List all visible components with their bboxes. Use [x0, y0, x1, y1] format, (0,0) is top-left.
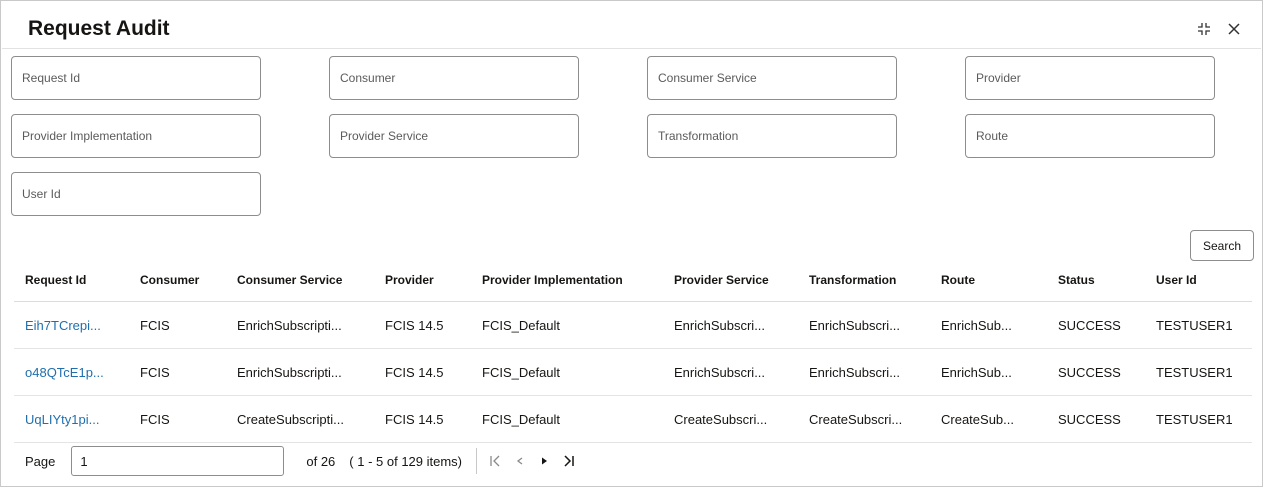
cell-provider-service: EnrichSubscri... — [674, 365, 766, 380]
provider-input[interactable] — [966, 57, 1214, 99]
cell-route: CreateSub... — [941, 412, 1014, 427]
last-page-icon[interactable] — [563, 455, 575, 467]
provider-service-input[interactable] — [330, 115, 578, 157]
request-id-field[interactable] — [11, 56, 261, 100]
cell-consumer-service: EnrichSubscripti... — [237, 318, 342, 333]
cell-route: EnrichSub... — [941, 365, 1012, 380]
window-controls — [1194, 19, 1244, 39]
search-button[interactable]: Search — [1190, 230, 1254, 261]
column-header-provider-implementation[interactable]: Provider Implementation — [482, 273, 623, 287]
cell-consumer: FCIS — [140, 365, 170, 380]
page-count: of 26 — [306, 453, 336, 469]
cell-consumer-service: CreateSubscripti... — [237, 412, 344, 427]
pagination: Page of 26 ( 1 - 5 of 129 items) — [25, 445, 575, 477]
consumer-input[interactable] — [330, 57, 578, 99]
column-header-request-id[interactable]: Request Id — [25, 273, 86, 287]
provider-field[interactable] — [965, 56, 1215, 100]
table-row[interactable]: Eih7TCrepi... FCIS EnrichSubscripti... F… — [14, 302, 1252, 349]
column-header-provider-service[interactable]: Provider Service — [674, 273, 769, 287]
request-id-input[interactable] — [12, 57, 260, 99]
cell-status: SUCCESS — [1058, 318, 1121, 333]
page-number-input[interactable] — [71, 446, 285, 476]
column-header-route[interactable]: Route — [941, 273, 975, 287]
request-audit-dialog: Request Audit S — [0, 0, 1263, 487]
consumer-service-field[interactable] — [647, 56, 897, 100]
provider-service-field[interactable] — [329, 114, 579, 158]
page-navigation — [489, 455, 575, 467]
provider-implementation-field[interactable] — [11, 114, 261, 158]
user-id-field[interactable] — [11, 172, 261, 216]
request-id-link[interactable]: UqLIYty1pi... — [25, 412, 99, 427]
column-header-provider[interactable]: Provider — [385, 273, 434, 287]
cell-user-id: TESTUSER1 — [1156, 412, 1233, 427]
cell-consumer: FCIS — [140, 412, 170, 427]
cell-provider: FCIS 14.5 — [385, 365, 444, 380]
minimize-icon[interactable] — [1194, 19, 1214, 39]
table-row[interactable]: UqLIYty1pi... FCIS CreateSubscripti... F… — [14, 396, 1252, 443]
transformation-field[interactable] — [647, 114, 897, 158]
cell-provider: FCIS 14.5 — [385, 318, 444, 333]
column-header-status[interactable]: Status — [1058, 273, 1095, 287]
cell-consumer-service: EnrichSubscripti... — [237, 365, 342, 380]
column-header-transformation[interactable]: Transformation — [809, 273, 896, 287]
consumer-field[interactable] — [329, 56, 579, 100]
next-page-icon[interactable] — [539, 456, 549, 466]
cell-provider-implementation: FCIS_Default — [482, 365, 561, 380]
page-label: Page — [25, 453, 56, 469]
first-page-icon[interactable] — [489, 455, 501, 467]
cell-user-id: TESTUSER1 — [1156, 318, 1233, 333]
cell-user-id: TESTUSER1 — [1156, 365, 1233, 380]
request-id-link[interactable]: o48QTcE1p... — [25, 365, 104, 380]
table-row[interactable]: o48QTcE1p... FCIS EnrichSubscripti... FC… — [14, 349, 1252, 396]
cell-transformation: CreateSubscri... — [809, 412, 903, 427]
cell-provider: FCIS 14.5 — [385, 412, 444, 427]
column-header-user-id[interactable]: User Id — [1156, 273, 1197, 287]
route-field[interactable] — [965, 114, 1215, 158]
cell-status: SUCCESS — [1058, 365, 1121, 380]
previous-page-icon[interactable] — [515, 456, 525, 466]
pager-separator — [476, 448, 478, 474]
close-icon[interactable] — [1224, 19, 1244, 39]
cell-transformation: EnrichSubscri... — [809, 318, 901, 333]
cell-status: SUCCESS — [1058, 412, 1121, 427]
cell-transformation: EnrichSubscri... — [809, 365, 901, 380]
item-range: ( 1 - 5 of 129 items) — [349, 453, 463, 469]
cell-route: EnrichSub... — [941, 318, 1012, 333]
provider-implementation-input[interactable] — [12, 115, 260, 157]
route-input[interactable] — [966, 115, 1214, 157]
transformation-input[interactable] — [648, 115, 896, 157]
dialog-title: Request Audit — [28, 17, 170, 40]
cell-provider-implementation: FCIS_Default — [482, 412, 561, 427]
cell-provider-service: CreateSubscri... — [674, 412, 768, 427]
column-header-consumer[interactable]: Consumer — [140, 273, 199, 287]
request-id-link[interactable]: Eih7TCrepi... — [25, 318, 101, 333]
cell-consumer: FCIS — [140, 318, 170, 333]
cell-provider-implementation: FCIS_Default — [482, 318, 561, 333]
consumer-service-input[interactable] — [648, 57, 896, 99]
cell-provider-service: EnrichSubscri... — [674, 318, 766, 333]
header-divider — [2, 48, 1261, 49]
user-id-input[interactable] — [12, 173, 260, 215]
column-header-consumer-service[interactable]: Consumer Service — [237, 273, 342, 287]
